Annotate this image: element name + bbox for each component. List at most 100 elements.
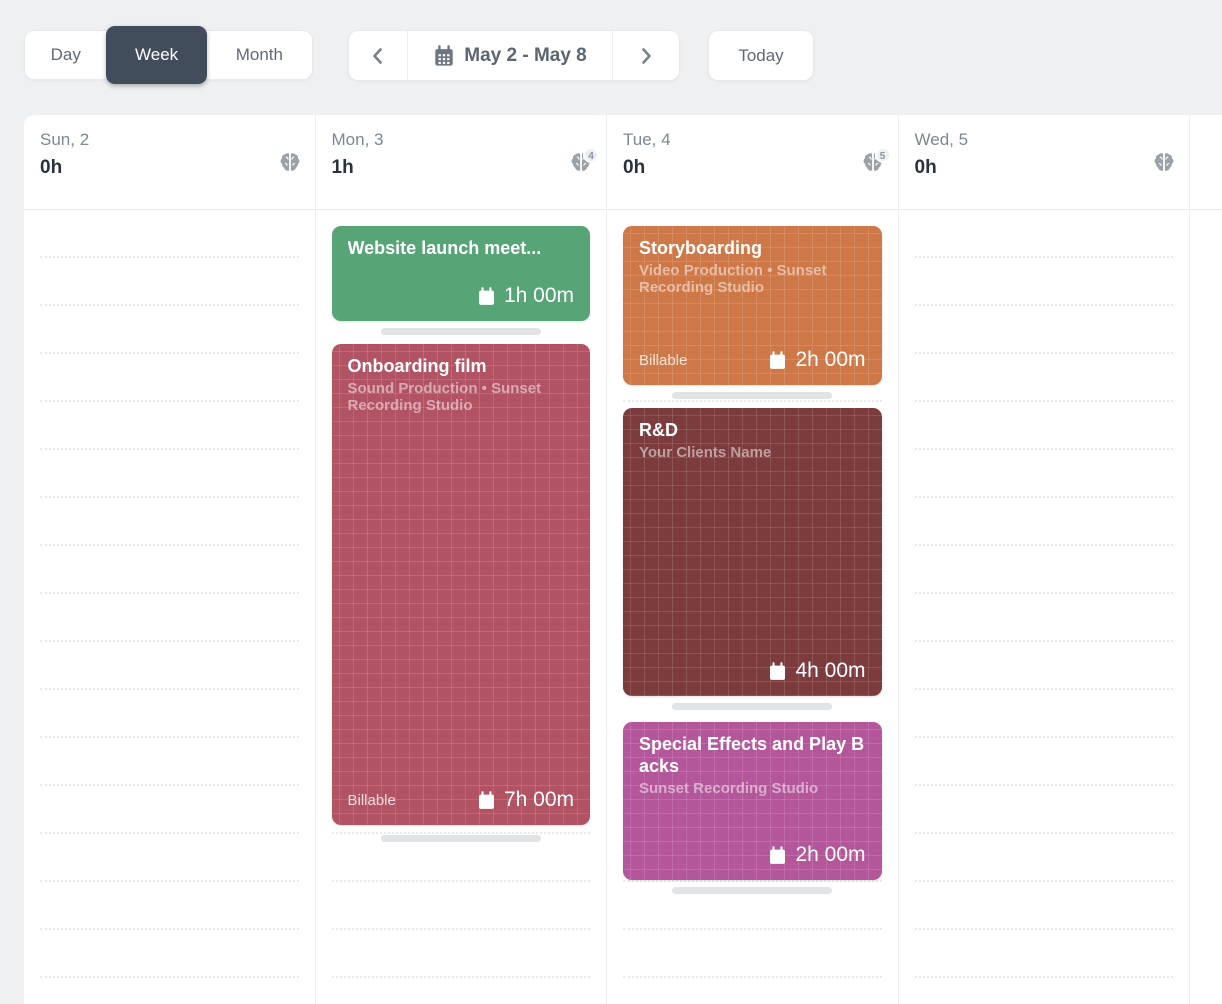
grid-row-line: [332, 976, 591, 978]
suggestions-count-badge: 4: [583, 147, 599, 163]
day-body: [1190, 210, 1222, 1004]
ai-brain-icon[interactable]: 4: [569, 151, 593, 175]
grid-row-line: [623, 928, 882, 930]
day-total: 0h: [915, 157, 1174, 179]
entry-project: Sound Production • Sunset Recording Stud…: [348, 380, 575, 415]
toolbar: Day Week Month May 2 - May 8 Today: [0, 0, 1222, 115]
resize-handle[interactable]: [672, 887, 832, 894]
grid-row-line: [623, 400, 882, 402]
resize-handle[interactable]: [381, 835, 541, 842]
grid-row-line: [915, 304, 1174, 306]
grid-row-line: [915, 880, 1174, 882]
grid-row-line: [915, 352, 1174, 354]
entry-duration: 1h 00m: [477, 284, 574, 308]
grid-row-line: [915, 736, 1174, 738]
view-switcher: Day Week Month: [24, 30, 313, 80]
grid-row-line: [623, 880, 882, 882]
grid-row-line: [915, 928, 1174, 930]
entry-title: Special Effects and Play Backs: [639, 734, 866, 778]
grid-row-line: [915, 832, 1174, 834]
today-button[interactable]: Today: [708, 30, 814, 81]
date-range-button[interactable]: May 2 - May 8: [408, 31, 612, 80]
suggestions-count-badge: 5: [875, 147, 891, 163]
chevron-left-icon: [366, 44, 390, 68]
grid-row-line: [915, 496, 1174, 498]
time-entry-card[interactable]: Website launch meet... 1h 00m: [332, 226, 591, 321]
resize-handle[interactable]: [672, 703, 832, 710]
time-entry-card[interactable]: Special Effects and Play Backs Sunset Re…: [623, 722, 882, 880]
billable-label: Billable: [639, 352, 687, 369]
grid-row-line: [332, 832, 591, 834]
calendar-icon: [477, 791, 496, 810]
calendar-panel: Sun, 2 0h Mon, 3 1h 4 Website launch mee…: [24, 115, 1222, 1004]
day-header: Mon, 3 1h 4: [316, 115, 607, 210]
grid-row-line: [40, 688, 299, 690]
grid-row-line: [40, 928, 299, 930]
tab-week[interactable]: Week: [106, 26, 206, 84]
day-body[interactable]: Website launch meet... 1h 00m Onboarding…: [316, 210, 607, 1004]
entry-title: Onboarding film: [348, 356, 575, 378]
entry-title: R&D: [639, 420, 866, 442]
day-column-mon: Mon, 3 1h 4 Website launch meet... 1h 00…: [316, 115, 608, 1004]
time-entry-card[interactable]: Onboarding film Sound Production • Sunse…: [332, 344, 591, 825]
day-body[interactable]: [24, 210, 315, 1004]
calendar-icon: [768, 662, 787, 681]
grid-row-line: [915, 256, 1174, 258]
next-week-button[interactable]: [612, 31, 679, 80]
day-total: 0h: [40, 157, 299, 179]
tab-day[interactable]: Day: [25, 31, 106, 79]
grid-row-line: [40, 640, 299, 642]
grid-row-line: [623, 976, 882, 978]
grid-row-line: [40, 784, 299, 786]
grid-row-line: [332, 928, 591, 930]
day-name: Sun, 2: [40, 130, 299, 150]
grid-row-line: [915, 544, 1174, 546]
grid-row-line: [40, 544, 299, 546]
grid-row-line: [915, 784, 1174, 786]
day-header: Wed, 5 0h: [899, 115, 1190, 210]
grid-row-line: [40, 256, 299, 258]
grid-row-line: [40, 736, 299, 738]
grid-row-line: [40, 448, 299, 450]
ai-brain-icon[interactable]: [1152, 151, 1176, 175]
calendar-icon: [768, 351, 787, 370]
ai-brain-icon[interactable]: 5: [861, 151, 885, 175]
day-name: Tue, 4: [623, 130, 882, 150]
day-column-next-sliver: [1190, 115, 1222, 1004]
day-body[interactable]: Storyboarding Video Production • Sunset …: [607, 210, 898, 1004]
grid-row-line: [915, 448, 1174, 450]
grid-row-line: [40, 352, 299, 354]
calendar-icon: [768, 846, 787, 865]
grid-row-line: [40, 832, 299, 834]
resize-handle[interactable]: [672, 392, 832, 399]
grid-row-line: [40, 976, 299, 978]
grid-row-line: [915, 640, 1174, 642]
ai-brain-icon[interactable]: [278, 151, 302, 175]
day-column-wed: Wed, 5 0h: [899, 115, 1191, 1004]
day-total: 1h: [332, 157, 591, 179]
day-header: Sun, 2 0h: [24, 115, 315, 210]
grid-row-line: [40, 496, 299, 498]
day-total: 0h: [623, 157, 882, 179]
prev-week-button[interactable]: [349, 31, 408, 80]
grid-row-line: [915, 400, 1174, 402]
tab-month[interactable]: Month: [207, 31, 312, 79]
time-entry-card[interactable]: Storyboarding Video Production • Sunset …: [623, 226, 882, 385]
grid-row-line: [915, 976, 1174, 978]
billable-label: Billable: [348, 792, 396, 809]
resize-handle[interactable]: [381, 328, 541, 335]
entry-project: Sunset Recording Studio: [639, 780, 866, 797]
day-body[interactable]: [899, 210, 1190, 1004]
entry-client: Your Clients Name: [639, 444, 866, 461]
day-column-sun: Sun, 2 0h: [24, 115, 316, 1004]
calendar-icon: [433, 45, 455, 67]
grid-row-line: [915, 592, 1174, 594]
entry-duration: 2h 00m: [768, 348, 865, 372]
time-entry-card[interactable]: R&D Your Clients Name 4h 00m: [623, 408, 882, 696]
grid-row-line: [40, 880, 299, 882]
calendar-icon: [477, 287, 496, 306]
entry-duration: 2h 00m: [768, 843, 865, 867]
grid-row-line: [40, 304, 299, 306]
grid-row-line: [40, 592, 299, 594]
date-navigator: May 2 - May 8: [348, 30, 680, 81]
